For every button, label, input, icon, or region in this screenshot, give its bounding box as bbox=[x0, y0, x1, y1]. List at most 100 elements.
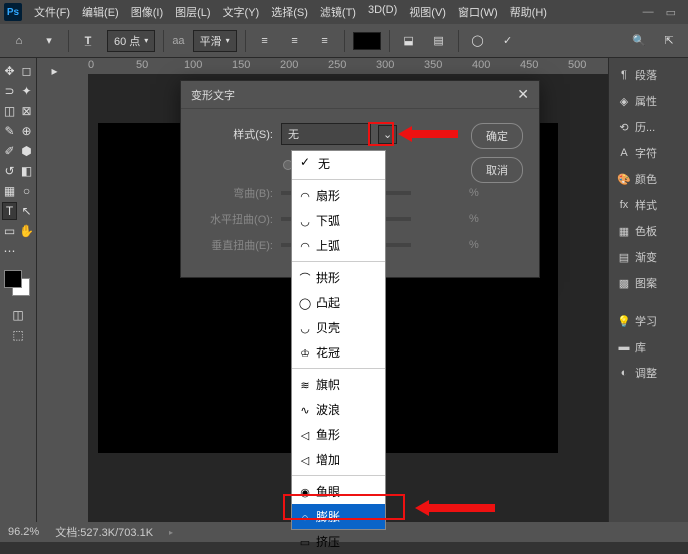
share-icon[interactable]: ⇱ bbox=[658, 30, 680, 52]
highlight-box-2 bbox=[283, 494, 405, 520]
screenmode-icon[interactable]: ⬚ bbox=[2, 326, 34, 344]
move-tool-icon[interactable]: ✥ bbox=[2, 62, 17, 80]
lasso-tool-icon[interactable]: ⊃ bbox=[2, 82, 17, 100]
panel-tab[interactable]: fx样式 bbox=[613, 194, 684, 216]
eraser-tool-icon[interactable]: ◧ bbox=[19, 162, 34, 180]
menu-item[interactable]: 编辑(E) bbox=[76, 1, 125, 23]
align-left-icon[interactable]: ≡ bbox=[254, 30, 276, 52]
maximize-icon[interactable]: ▭ bbox=[666, 6, 676, 19]
heal-tool-icon[interactable]: ⊕ bbox=[19, 122, 34, 140]
stamp-tool-icon[interactable]: ⬢ bbox=[19, 142, 34, 160]
menu-item[interactable]: 3D(D) bbox=[362, 1, 403, 23]
minimize-icon[interactable]: — bbox=[643, 6, 654, 19]
panel-tab[interactable]: ▩图案 bbox=[613, 272, 684, 294]
panel-tab[interactable]: ⟲历... bbox=[613, 116, 684, 138]
align-right-icon[interactable]: ≡ bbox=[314, 30, 336, 52]
eyedropper-tool-icon[interactable]: ✎ bbox=[2, 122, 17, 140]
menu-item[interactable]: 视图(V) bbox=[403, 1, 452, 23]
search-icon[interactable]: 🔍 bbox=[628, 30, 650, 52]
commit-icon[interactable]: ✓ bbox=[497, 30, 519, 52]
style-label: 样式(S): bbox=[197, 126, 273, 142]
shape-tool-icon[interactable]: ▭ bbox=[2, 222, 17, 240]
panel-icon[interactable]: ▤ bbox=[428, 30, 450, 52]
menu-item[interactable]: 选择(S) bbox=[265, 1, 314, 23]
panel-tab[interactable]: ▦色板 bbox=[613, 220, 684, 242]
collapse-icon[interactable]: ▸ bbox=[39, 62, 70, 80]
wand-tool-icon[interactable]: ✦ bbox=[19, 82, 34, 100]
text-orientation-icon[interactable]: T̲ bbox=[77, 30, 99, 52]
more-tools-icon[interactable]: ⋯ bbox=[2, 242, 17, 260]
history-brush-icon[interactable]: ↺ bbox=[2, 162, 17, 180]
dropdown-item[interactable]: ∿波浪 bbox=[292, 397, 385, 422]
ruler-vertical bbox=[72, 74, 88, 522]
type-tool-icon[interactable]: T bbox=[2, 202, 17, 220]
menu-item[interactable]: 图像(I) bbox=[125, 1, 169, 23]
path-tool-icon[interactable]: ↖ bbox=[19, 202, 34, 220]
dropdown-item[interactable]: ≋旗帜 bbox=[292, 372, 385, 397]
panel-tab[interactable]: ◈属性 bbox=[613, 90, 684, 112]
zoom-level[interactable]: 96.2% bbox=[8, 526, 39, 538]
font-size-select[interactable]: 60 点▾ bbox=[107, 30, 155, 52]
style-dropdown-list[interactable]: 无◠扇形◡下弧◠上弧⌒拱形◯凸起◡贝壳♔花冠≋旗帜∿波浪◁鱼形◁增加◉鱼眼○膨胀… bbox=[291, 150, 386, 530]
panel-icon: ◐ bbox=[617, 367, 631, 379]
dialog-close-icon[interactable]: ✕ bbox=[517, 86, 529, 103]
marquee-tool-icon[interactable]: ◻ bbox=[19, 62, 34, 80]
panel-icon: 🎨 bbox=[617, 173, 631, 186]
panel-tab[interactable]: ◐调整 bbox=[613, 362, 684, 384]
menu-item[interactable]: 滤镜(T) bbox=[314, 1, 362, 23]
panel-tab[interactable]: 🎨颜色 bbox=[613, 168, 684, 190]
hand-tool-icon[interactable]: ✋ bbox=[19, 222, 34, 240]
blur-tool-icon[interactable]: ○ bbox=[19, 182, 34, 200]
panel-tab[interactable]: A字符 bbox=[613, 142, 684, 164]
ok-button[interactable]: 确定 bbox=[471, 123, 523, 149]
dropdown-item[interactable]: ◡下弧 bbox=[292, 208, 385, 233]
arrow-1 bbox=[398, 122, 458, 146]
3d-icon[interactable]: ◯ bbox=[467, 30, 489, 52]
color-swatches[interactable] bbox=[2, 270, 34, 298]
panel-tab[interactable]: ▬库 bbox=[613, 336, 684, 358]
panel-tab[interactable]: 💡学习 bbox=[613, 310, 684, 332]
quickmask-icon[interactable]: ◫ bbox=[2, 306, 34, 324]
frame-tool-icon[interactable]: ⊠ bbox=[19, 102, 34, 120]
cancel-button[interactable]: 取消 bbox=[471, 157, 523, 183]
doc-dropdown-icon[interactable]: ▾ bbox=[38, 30, 60, 52]
menu-item[interactable]: 文字(Y) bbox=[217, 1, 266, 23]
hdist-label: 水平扭曲(O): bbox=[197, 211, 273, 227]
menu-item[interactable]: 文件(F) bbox=[28, 1, 76, 23]
menu-item[interactable]: 窗口(W) bbox=[452, 1, 504, 23]
align-center-icon[interactable]: ≡ bbox=[284, 30, 306, 52]
style-select[interactable]: 无 bbox=[281, 123, 371, 145]
home-icon[interactable]: ⌂ bbox=[8, 30, 30, 52]
dropdown-item[interactable]: ◁鱼形 bbox=[292, 422, 385, 447]
gradient-tool-icon[interactable]: ▦ bbox=[2, 182, 17, 200]
dialog-titlebar[interactable]: 变形文字 ✕ bbox=[181, 81, 539, 109]
dropdown-item[interactable]: ◠扇形 bbox=[292, 183, 385, 208]
ps-logo: Ps bbox=[4, 3, 22, 21]
crop-tool-icon[interactable]: ◫ bbox=[2, 102, 17, 120]
warp-text-icon[interactable]: ⬓ bbox=[398, 30, 420, 52]
antialias-select[interactable]: 平滑▾ bbox=[193, 30, 237, 52]
text-color-swatch[interactable] bbox=[353, 32, 381, 50]
panel-tab[interactable]: ▤渐变 bbox=[613, 246, 684, 268]
menu-item[interactable]: 图层(L) bbox=[169, 1, 216, 23]
panel-icon: ▦ bbox=[617, 225, 631, 238]
right-panel-dock: ¶段落 ◈属性 ⟲历... A字符 🎨颜色 fx样式 ▦色板 ▤渐变 ▩图案 💡学习 ▬库 ◐调整 bbox=[608, 58, 688, 522]
dropdown-item[interactable]: ♔花冠 bbox=[292, 340, 385, 365]
dropdown-item[interactable]: 无 bbox=[292, 151, 385, 176]
aa-label: aa bbox=[172, 35, 184, 47]
menubar: Ps 文件(F)编辑(E)图像(I)图层(L)文字(Y)选择(S)滤镜(T)3D… bbox=[0, 0, 688, 24]
dropdown-item[interactable]: ⌒拱形 bbox=[292, 265, 385, 290]
window-controls[interactable]: — ▭ bbox=[643, 6, 684, 19]
brush-tool-icon[interactable]: ✐ bbox=[2, 142, 17, 160]
dropdown-item[interactable]: ◁增加 bbox=[292, 447, 385, 472]
dropdown-item[interactable]: ◡贝壳 bbox=[292, 315, 385, 340]
panel-tab[interactable]: ¶段落 bbox=[613, 64, 684, 86]
dropdown-item[interactable]: ◯凸起 bbox=[292, 290, 385, 315]
panel-icon: ⟲ bbox=[617, 121, 631, 134]
menu-item[interactable]: 帮助(H) bbox=[504, 1, 553, 23]
toolbox-right: ▸ bbox=[36, 58, 72, 522]
dialog-title: 变形文字 bbox=[191, 87, 235, 103]
arrow-2 bbox=[415, 496, 495, 520]
panel-icon: fx bbox=[617, 199, 631, 211]
dropdown-item[interactable]: ◠上弧 bbox=[292, 233, 385, 258]
